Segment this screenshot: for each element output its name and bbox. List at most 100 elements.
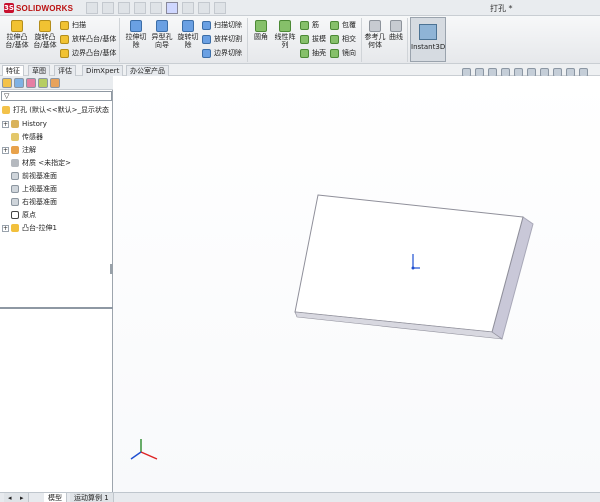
plane-icon <box>11 185 19 193</box>
loft-boss-button[interactable]: 放样凸台/基体 <box>60 34 116 44</box>
tree-item-label: 上视基准面 <box>22 185 57 193</box>
tab-sketch[interactable]: 草图 <box>28 65 50 76</box>
tab-motion-study-1[interactable]: 运动算例 1 <box>70 493 114 502</box>
shell-label: 抽壳 <box>312 49 326 57</box>
wrap-button[interactable]: 包覆 <box>330 20 356 30</box>
tree-item-history[interactable]: + History <box>0 118 47 130</box>
sensors-icon <box>11 133 19 141</box>
undo-icon[interactable] <box>150 2 162 14</box>
tree-item-label: 注解 <box>22 146 36 154</box>
boundary-boss-label: 边界凸台/基体 <box>72 49 117 57</box>
wrap-label: 包覆 <box>342 21 356 29</box>
tree-item-annotations[interactable]: + 注解 <box>0 144 36 156</box>
open-icon[interactable] <box>102 2 114 14</box>
sweep-cut-icon <box>202 20 211 30</box>
tree-item-label: History <box>22 120 47 128</box>
expand-icon[interactable]: + <box>2 146 9 154</box>
graphics-area[interactable] <box>113 76 600 492</box>
boundary-cut-button[interactable]: 边界切除 <box>202 48 242 58</box>
expand-icon[interactable]: + <box>2 120 9 128</box>
solidworks-logo: 3S SOLIDWORKS <box>4 2 73 14</box>
options-icon[interactable] <box>214 2 226 14</box>
loft-cut-label: 放样切割 <box>214 35 242 43</box>
nav-prev-icon[interactable]: ◂ <box>4 493 17 502</box>
file-properties-icon[interactable] <box>198 2 210 14</box>
revolve-boss-icon <box>39 20 51 32</box>
tree-item-label: 右视基准面 <box>22 198 57 206</box>
intersect-label: 相交 <box>342 35 356 43</box>
mirror-button[interactable]: 镜向 <box>330 48 356 58</box>
intersect-button[interactable]: 相交 <box>330 34 356 44</box>
window-title: 打孔 * <box>490 4 513 13</box>
plane-icon <box>11 172 19 180</box>
loft-cut-button[interactable]: 放样切割 <box>202 34 242 44</box>
tree-item-sensors[interactable]: 传感器 <box>0 131 43 143</box>
reference-geometry-label: 参考几何体 <box>364 33 386 49</box>
bottom-tabs: ◂ ▸ 模型 运动算例 1 <box>0 492 600 502</box>
boundary-cut-label: 边界切除 <box>214 49 242 57</box>
tab-features[interactable]: 特征 <box>2 65 24 76</box>
draft-button[interactable]: 拔模 <box>300 34 326 44</box>
tree-item-origin[interactable]: 原点 <box>0 209 36 221</box>
3d-model-view[interactable] <box>113 76 600 492</box>
annotations-icon <box>11 146 19 154</box>
expand-icon[interactable]: + <box>2 224 9 232</box>
fillet-icon <box>255 20 267 32</box>
select-icon[interactable] <box>166 2 178 14</box>
rollback-bar[interactable] <box>0 307 113 309</box>
ribbon-group-cut: 拉伸切除 异型孔向导 旋转切除 扫描切除 放样切割 边界切除 <box>122 18 248 62</box>
quick-access-toolbar <box>86 2 226 14</box>
tree-item-right-plane[interactable]: 右视基准面 <box>0 196 57 208</box>
curves-label: 曲线 <box>389 33 403 41</box>
extrude-boss-button[interactable]: 拉伸凸台/基体 <box>4 20 30 49</box>
rib-button[interactable]: 筋 <box>300 20 319 30</box>
sweep-icon <box>60 20 69 30</box>
sweep-button[interactable]: 扫描 <box>60 20 86 30</box>
tree-item-label: 原点 <box>22 211 36 219</box>
tree-item-material[interactable]: 材质 <未指定> <box>0 157 71 169</box>
dimxpert-manager-tab-icon[interactable] <box>38 78 48 88</box>
linear-pattern-button[interactable]: 线性阵列 <box>272 20 298 49</box>
property-manager-tab-icon[interactable] <box>14 78 24 88</box>
tree-item-label: 凸台-拉伸1 <box>22 224 57 232</box>
revolve-cut-button[interactable]: 旋转切除 <box>176 20 200 49</box>
tree-item-front-plane[interactable]: 前视基准面 <box>0 170 57 182</box>
reference-geometry-icon <box>369 20 381 32</box>
ribbon-group-boss: 拉伸凸台/基体 旋转凸台/基体 扫描 放样凸台/基体 边界凸台/基体 <box>2 18 120 62</box>
rebuild-icon[interactable] <box>182 2 194 14</box>
tab-office-products[interactable]: 办公室产品 <box>126 65 169 76</box>
tree-root-part[interactable]: 打孔 (默认<<默认>_显示状态 <box>0 104 109 116</box>
fillet-button[interactable]: 圆角 <box>250 20 272 41</box>
print-icon[interactable] <box>134 2 146 14</box>
tree-item-label: 传感器 <box>22 133 43 141</box>
tree-item-top-plane[interactable]: 上视基准面 <box>0 183 57 195</box>
feature-tree-filter-input[interactable]: ▽ <box>1 91 112 101</box>
boundary-boss-icon <box>60 48 69 58</box>
curves-button[interactable]: 曲线 <box>386 20 406 41</box>
instant3d-button[interactable]: Instant3D <box>410 17 446 62</box>
reference-geometry-button[interactable]: 参考几何体 <box>364 20 386 49</box>
box-top-face[interactable] <box>294 194 524 333</box>
tab-dimxpert[interactable]: DimXpert <box>82 65 124 76</box>
feature-manager-tab-icon[interactable] <box>2 78 12 88</box>
intersect-icon <box>330 34 339 44</box>
extrude-cut-button[interactable]: 拉伸切除 <box>124 20 148 49</box>
part-icon <box>2 106 10 114</box>
loft-cut-icon <box>202 34 211 44</box>
hole-wizard-button[interactable]: 异型孔向导 <box>150 20 174 49</box>
display-manager-tab-icon[interactable] <box>50 78 60 88</box>
tree-item-boss-extrude1[interactable]: + 凸台-拉伸1 <box>0 222 57 234</box>
nav-next-icon[interactable]: ▸ <box>16 493 29 502</box>
shell-button[interactable]: 抽壳 <box>300 48 326 58</box>
boundary-boss-button[interactable]: 边界凸台/基体 <box>60 48 116 58</box>
sweep-cut-button[interactable]: 扫描切除 <box>202 20 242 30</box>
revolve-boss-button[interactable]: 旋转凸台/基体 <box>32 20 58 49</box>
draft-icon <box>300 34 309 44</box>
new-icon[interactable] <box>86 2 98 14</box>
fillet-label: 圆角 <box>254 33 268 41</box>
revolve-cut-icon <box>182 20 194 32</box>
tab-evaluate[interactable]: 评估 <box>54 65 76 76</box>
tab-model[interactable]: 模型 <box>44 493 67 502</box>
configuration-manager-tab-icon[interactable] <box>26 78 36 88</box>
save-icon[interactable] <box>118 2 130 14</box>
